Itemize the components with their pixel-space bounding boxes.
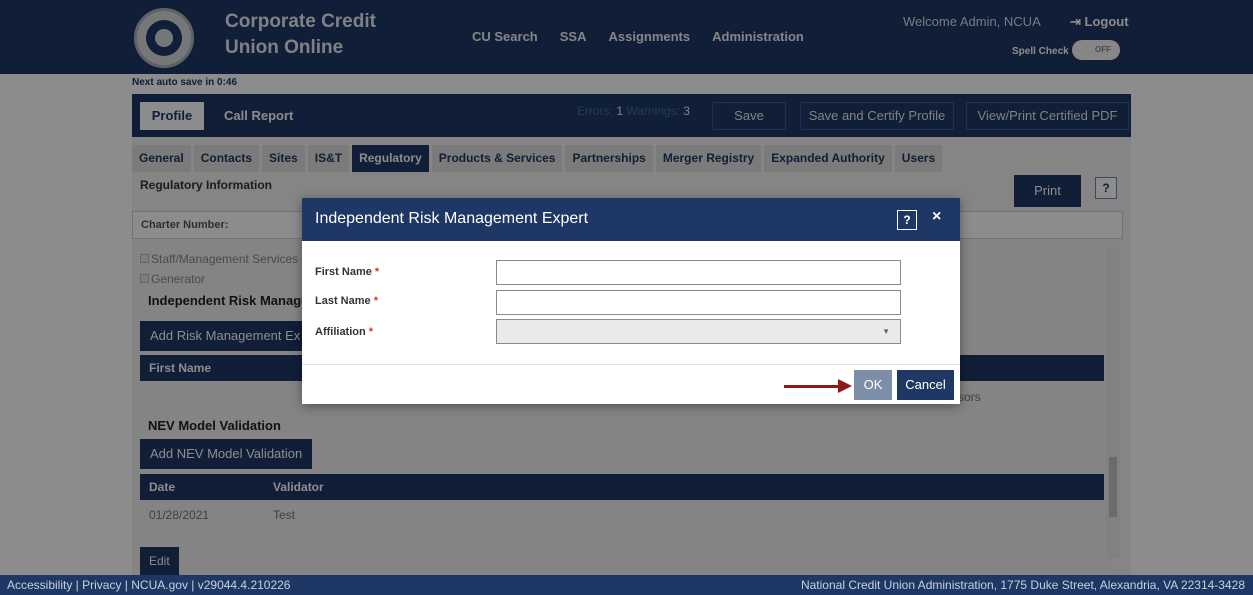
ok-button[interactable]: OK	[854, 370, 892, 400]
dialog-help-button[interactable]: ?	[897, 210, 917, 230]
first-name-label: First Name *	[315, 266, 379, 278]
affiliation-label-text: Affiliation	[315, 326, 366, 338]
last-name-label-text: Last Name	[315, 295, 371, 307]
required-mark: *	[374, 266, 380, 278]
close-icon[interactable]: ×	[932, 208, 941, 226]
affiliation-label: Affiliation *	[315, 326, 373, 338]
last-name-label: Last Name *	[315, 295, 378, 307]
annotation-arrow-icon	[838, 379, 852, 393]
footer-address: National Credit Union Administration, 17…	[800, 578, 1245, 592]
first-name-input[interactable]	[496, 260, 901, 285]
affiliation-select[interactable]: ▼	[496, 319, 901, 344]
risk-expert-dialog: Independent Risk Management Expert ? × F…	[302, 198, 960, 404]
cancel-button[interactable]: Cancel	[897, 370, 954, 400]
footer-links[interactable]: Accessibility | Privacy | NCUA.gov | v29…	[7, 578, 290, 592]
annotation-arrow-line	[784, 385, 842, 388]
first-name-label-text: First Name	[315, 266, 372, 278]
required-mark: *	[368, 326, 374, 338]
dialog-footer-divider	[302, 364, 960, 365]
last-name-input[interactable]	[496, 290, 901, 315]
dialog-title: Independent Risk Management Expert	[315, 210, 589, 227]
dialog-header: Independent Risk Management Expert ? ×	[302, 198, 960, 241]
chevron-down-icon: ▼	[882, 327, 890, 336]
page-footer: Accessibility | Privacy | NCUA.gov | v29…	[0, 575, 1253, 595]
required-mark: *	[373, 295, 378, 307]
